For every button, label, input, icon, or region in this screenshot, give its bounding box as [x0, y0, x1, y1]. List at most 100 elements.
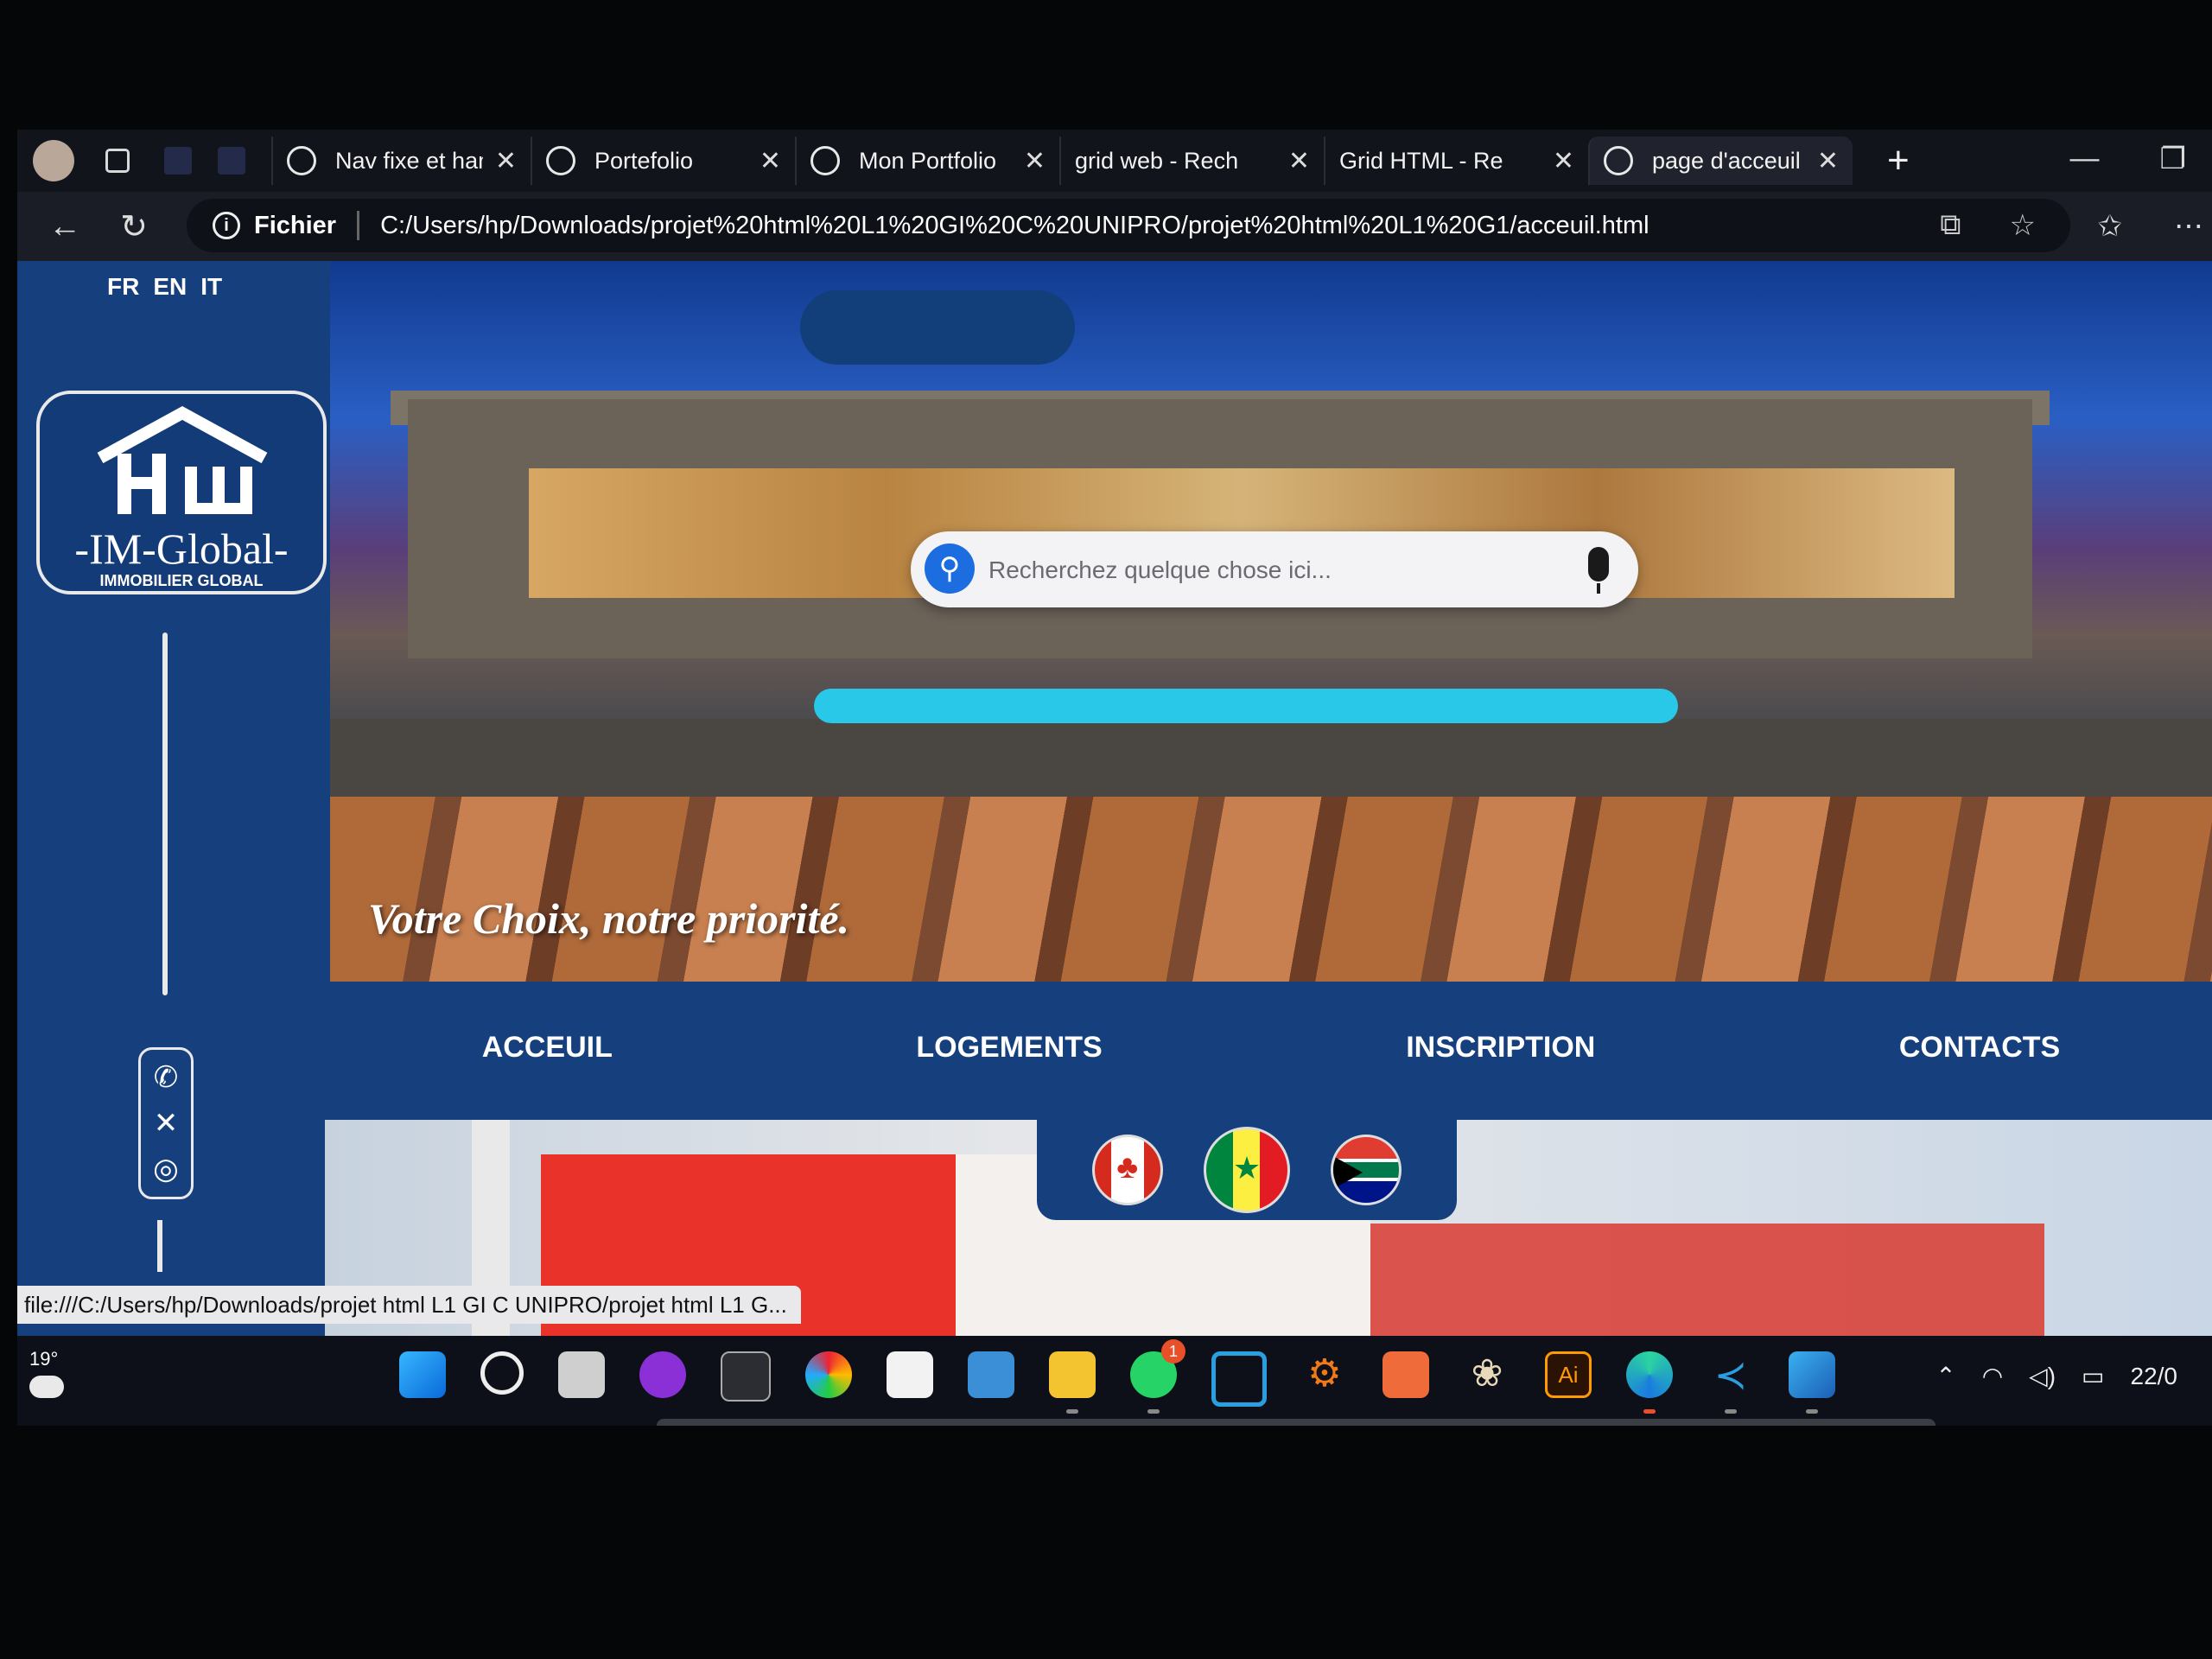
more-icon[interactable]: ⋯ — [2174, 209, 2203, 244]
header-pill-button[interactable] — [800, 290, 1075, 365]
tab-portefolio[interactable]: Portefolio ✕ — [531, 137, 795, 185]
search-bar: ⚲ — [911, 531, 1638, 607]
instagram-icon[interactable]: ◎ — [153, 1152, 179, 1186]
tree-app-icon[interactable]: ❀ — [1464, 1351, 1510, 1398]
chrome-icon[interactable] — [805, 1351, 852, 1398]
favorites-icon[interactable]: ✩ — [2098, 209, 2123, 244]
status-overlay — [657, 1419, 1936, 1426]
close-icon[interactable]: ✕ — [1024, 146, 1046, 176]
south-africa-flag-icon[interactable] — [1331, 1135, 1402, 1205]
back-button[interactable]: ← — [43, 208, 86, 245]
monitor-screen: Nav fixe et ham ✕ Portefolio ✕ Mon Portf… — [17, 130, 2212, 1426]
link-status-bar: file:///C:/Users/hp/Downloads/projet htm… — [17, 1286, 801, 1324]
pinned-tab-1[interactable] — [164, 147, 192, 175]
search-input[interactable] — [987, 550, 1560, 590]
sidebar-divider-line — [162, 632, 168, 995]
keyboard-app-icon[interactable] — [968, 1351, 1014, 1398]
battery-icon[interactable]: ▭ — [2082, 1362, 2104, 1390]
address-bar[interactable]: i Fichier C:/Users/hp/Downloads/projet%2… — [187, 199, 2070, 252]
restore-icon[interactable]: ❐ — [2160, 142, 2186, 176]
chevron-up-icon[interactable]: ⌃ — [1936, 1362, 1955, 1390]
cloud-icon — [29, 1376, 64, 1398]
scheme-label: Fichier — [254, 211, 337, 239]
pinned-tab-2[interactable] — [218, 147, 245, 175]
photos-icon[interactable] — [1789, 1351, 1835, 1414]
close-icon[interactable]: ✕ — [1553, 146, 1574, 176]
logo-brand-text: -IM-Global- — [74, 524, 289, 573]
notion-icon[interactable] — [887, 1351, 933, 1398]
microphone-icon[interactable] — [1588, 547, 1609, 582]
profile-avatar[interactable] — [33, 140, 74, 181]
tab-grid-html[interactable]: ⚲ Grid HTML - Re ✕ — [1324, 137, 1588, 185]
hero-rock-wall — [330, 797, 2212, 982]
x-twitter-icon[interactable]: ✕ — [154, 1106, 179, 1141]
close-icon[interactable]: ✕ — [1288, 146, 1310, 176]
windows-start-icon[interactable] — [399, 1351, 446, 1398]
file-explorer-icon[interactable] — [1049, 1351, 1096, 1414]
windows-taskbar: 19° 1 ⚙ ❀ Ai ≺ ⌃ ◠ ◁) ▭ 22/0 — [17, 1336, 2212, 1426]
site-logo[interactable]: -IM-Global- IMMOBILIER GLOBAL — [36, 391, 327, 594]
house-logo-icon — [97, 406, 268, 514]
vscode-icon[interactable]: ≺ — [1707, 1351, 1754, 1414]
minimize-icon[interactable]: — — [2070, 142, 2100, 176]
close-icon[interactable]: ✕ — [495, 146, 517, 176]
tab-nav-fixe[interactable]: Nav fixe et ham ✕ — [271, 137, 531, 185]
nav-contacts[interactable]: CONTACTS — [1899, 1031, 2060, 1065]
wifi-icon[interactable]: ◠ — [1982, 1362, 2003, 1390]
illustrator-icon[interactable]: Ai — [1545, 1351, 1592, 1398]
hero-pool — [814, 689, 1678, 723]
close-icon[interactable]: ✕ — [760, 146, 781, 176]
whatsapp-icon[interactable]: ✆ — [154, 1060, 179, 1095]
tab-grid-web[interactable]: ⚲ grid web - Rech ✕ — [1059, 137, 1984, 436]
tab-label: Nav fixe et ham — [335, 147, 483, 174]
toolbar-right: ✩ ⋯ — [2098, 209, 2204, 244]
remote-desktop-icon[interactable] — [1211, 1351, 1267, 1407]
media-player-icon[interactable] — [639, 1351, 686, 1398]
hero-image — [330, 261, 2212, 982]
hero-tagline: Votre Choix, notre priorité. — [368, 894, 850, 943]
address-bar-actions: ⧉ ☆ — [1940, 208, 2036, 243]
reload-button[interactable]: ↻ — [112, 207, 156, 246]
lang-it[interactable]: IT — [200, 273, 222, 301]
lang-en[interactable]: EN — [153, 273, 187, 301]
xampp-icon[interactable] — [1382, 1351, 1429, 1398]
url-text[interactable]: C:/Users/hp/Downloads/projet%20html%20L1… — [380, 212, 1649, 240]
clock[interactable]: 22/0 — [2131, 1363, 2178, 1390]
nav-logements[interactable]: LOGEMENTS — [916, 1031, 1102, 1065]
senegal-flag-icon[interactable] — [1203, 1127, 1290, 1213]
nav-inscription[interactable]: INSCRIPTION — [1406, 1031, 1595, 1065]
nav-acceuil[interactable]: ACCEUIL — [482, 1031, 613, 1065]
taskbar-apps: 1 ⚙ ❀ Ai ≺ — [399, 1339, 1835, 1414]
country-selector — [1037, 1120, 1457, 1220]
logo-subtitle: IMMOBILIER GLOBAL — [99, 572, 264, 589]
app-available-icon[interactable]: ⧉ — [1940, 208, 1961, 243]
search-icon[interactable]: ⚲ — [925, 543, 975, 594]
ai-chat-icon — [287, 146, 316, 175]
edge-icon[interactable] — [1626, 1351, 1673, 1414]
terminal-icon[interactable] — [721, 1351, 771, 1402]
whatsapp-icon[interactable]: 1 — [1130, 1339, 1185, 1414]
weather-widget[interactable]: 19° — [29, 1348, 64, 1398]
new-tab-button[interactable]: + — [1887, 139, 1910, 182]
info-icon[interactable]: i — [213, 212, 240, 239]
task-view-icon[interactable] — [558, 1351, 605, 1398]
notification-badge: 1 — [1161, 1339, 1185, 1363]
tab-label: Grid HTML - Re — [1339, 147, 1503, 174]
divider — [357, 211, 360, 240]
search-icon[interactable] — [480, 1351, 524, 1395]
globe-icon — [546, 146, 575, 175]
canada-flag-icon[interactable] — [1091, 1135, 1163, 1205]
favorite-star-icon[interactable]: ☆ — [2010, 208, 2036, 243]
lang-fr[interactable]: FR — [107, 273, 139, 301]
web-page: FR EN IT -IM-Global- IMMOBILIER GLOBAL ✆… — [17, 261, 2212, 1426]
tab-mon-portfolio[interactable]: Mon Portfolio ✕ — [795, 137, 1059, 185]
blender-icon[interactable]: ⚙ — [1301, 1351, 1348, 1398]
social-links: ✆ ✕ ◎ — [138, 1047, 194, 1199]
globe-icon — [810, 146, 840, 175]
vertical-tabs-icon[interactable] — [105, 149, 130, 173]
volume-icon[interactable]: ◁) — [2029, 1362, 2056, 1390]
tab-page-acceuil[interactable]: page d'acceuil ✕ — [1588, 137, 1853, 185]
globe-icon — [1604, 146, 1633, 175]
close-icon[interactable]: ✕ — [1817, 146, 1839, 176]
language-switcher: FR EN IT — [107, 273, 222, 301]
